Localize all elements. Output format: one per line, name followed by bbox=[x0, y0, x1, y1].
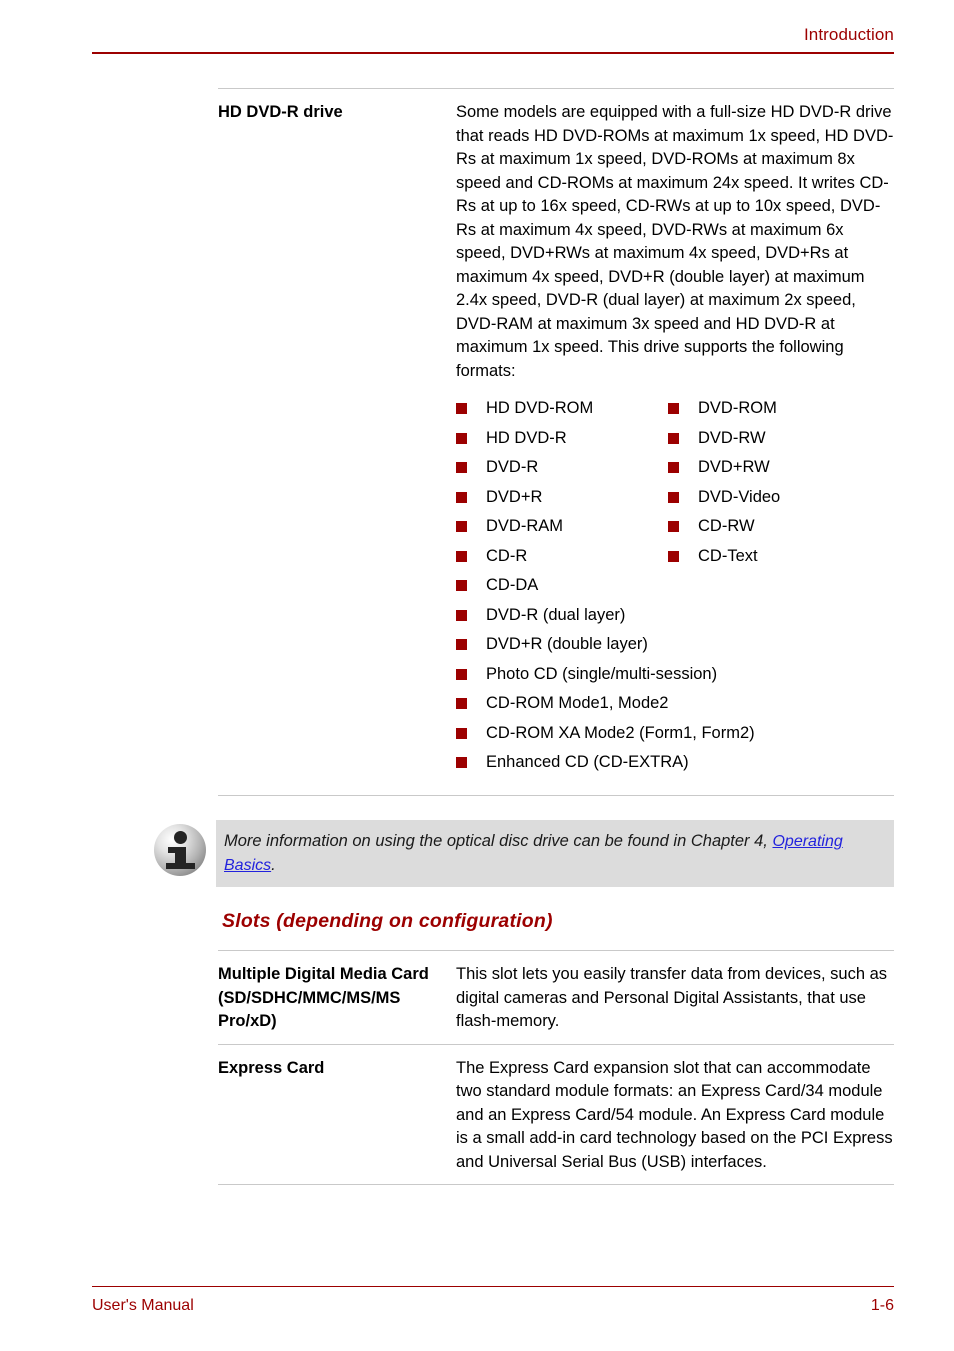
info-icon bbox=[150, 822, 208, 880]
page-title: Slots (depending on configuration) bbox=[222, 910, 553, 932]
info-note-text: More information on using the optical di… bbox=[224, 832, 773, 850]
format-label: Enhanced CD (CD-EXTRA) bbox=[486, 753, 689, 771]
format-label: DVD+R bbox=[486, 487, 543, 506]
bullet-square-icon bbox=[668, 403, 679, 414]
bullet-square-icon bbox=[668, 491, 679, 503]
drive-description-text: Some models are equipped with a full-siz… bbox=[456, 103, 894, 380]
slot-term: Express Card bbox=[218, 1044, 456, 1185]
table-row: Express Card The Express Card expansion … bbox=[218, 1044, 894, 1185]
list-item: DVD+R (double layer) bbox=[456, 633, 894, 663]
format-label: CD-RW bbox=[698, 517, 755, 535]
list-item: CD-R bbox=[456, 545, 668, 575]
list-item: DVD-RAM bbox=[456, 515, 668, 545]
slots-definition-table: Multiple Digital Media Card (SD/SDHC/MMC… bbox=[218, 950, 894, 1185]
bullet-square-icon bbox=[456, 580, 467, 591]
drive-term: HD DVD-R drive bbox=[218, 88, 456, 796]
list-item: CD-ROM XA Mode2 (Form1, Form2) bbox=[456, 722, 894, 752]
list-item: HD DVD-ROM bbox=[456, 397, 668, 427]
page-header: Introduction bbox=[92, 24, 894, 54]
drive-definition-table: HD DVD-R drive Some models are equipped … bbox=[218, 88, 894, 796]
info-note-text-tail: . bbox=[271, 855, 276, 874]
list-item: CD-RW bbox=[668, 515, 894, 545]
supported-formats-list: HD DVD-ROM HD DVD-R DVD-R DVD+R DVD-RAM … bbox=[456, 397, 894, 785]
bullet-square-icon bbox=[456, 757, 467, 768]
info-icon-serif bbox=[166, 863, 195, 869]
bullet-square-icon bbox=[668, 462, 679, 473]
list-item: DVD-RW bbox=[668, 427, 894, 457]
list-item: CD-ROM Mode1, Mode2 bbox=[456, 692, 894, 722]
formats-column-left-continued: CD-DA DVD-R (dual layer) DVD+R (double l… bbox=[456, 574, 894, 781]
drive-description-cell: Some models are equipped with a full-siz… bbox=[456, 88, 894, 796]
bullet-square-icon bbox=[456, 698, 467, 709]
list-item: Enhanced CD (CD-EXTRA) bbox=[456, 751, 894, 781]
bullet-square-icon bbox=[456, 432, 467, 444]
bullet-square-icon bbox=[456, 491, 467, 503]
bullet-square-icon bbox=[456, 403, 467, 414]
format-label: HD DVD-ROM bbox=[486, 399, 594, 417]
slot-description: This slot lets you easily transfer data … bbox=[456, 950, 894, 1045]
slots-table-wrapper: Multiple Digital Media Card (SD/SDHC/MMC… bbox=[218, 950, 894, 1185]
bullet-square-icon bbox=[456, 550, 467, 562]
list-item: CD-Text bbox=[668, 545, 894, 575]
list-item: Photo CD (single/multi-session) bbox=[456, 663, 894, 693]
format-label: DVD-Video bbox=[698, 487, 781, 506]
formats-column-left: HD DVD-ROM HD DVD-R DVD-R DVD+R DVD-RAM … bbox=[456, 397, 668, 574]
bullet-square-icon bbox=[456, 639, 467, 650]
list-item: DVD-R (dual layer) bbox=[456, 604, 894, 634]
bullet-square-icon bbox=[456, 668, 467, 680]
footer-manual-label: User's Manual bbox=[92, 1297, 194, 1314]
bullet-square-icon bbox=[668, 521, 679, 532]
slot-term: Multiple Digital Media Card (SD/SDHC/MMC… bbox=[218, 950, 456, 1045]
table-row: Multiple Digital Media Card (SD/SDHC/MMC… bbox=[218, 950, 894, 1045]
format-label: DVD-RW bbox=[698, 428, 766, 447]
formats-column-right: DVD-ROM DVD-RW DVD+RW DVD-Video CD-RW CD… bbox=[668, 397, 894, 574]
slot-description: The Express Card expansion slot that can… bbox=[456, 1044, 894, 1185]
drive-section: HD DVD-R drive Some models are equipped … bbox=[218, 88, 894, 796]
list-item: CD-DA bbox=[456, 574, 894, 604]
format-label: CD-ROM Mode1, Mode2 bbox=[486, 694, 669, 712]
format-label: DVD-ROM bbox=[698, 399, 777, 417]
list-item: DVD+R bbox=[456, 486, 668, 516]
format-label: DVD-R bbox=[486, 458, 539, 476]
table-row: HD DVD-R drive Some models are equipped … bbox=[218, 88, 894, 796]
format-label: HD DVD-R bbox=[486, 428, 567, 447]
document-page: Introduction HD DVD-R drive Some models … bbox=[0, 0, 954, 1351]
footer-divider bbox=[92, 1286, 894, 1287]
list-item: DVD-R bbox=[456, 456, 668, 486]
info-note-box: More information on using the optical di… bbox=[216, 820, 894, 887]
list-item: DVD+RW bbox=[668, 456, 894, 486]
format-label: CD-ROM XA Mode2 (Form1, Form2) bbox=[486, 723, 755, 742]
bullet-square-icon bbox=[456, 462, 467, 473]
bullet-square-icon bbox=[456, 521, 467, 532]
format-label: Photo CD (single/multi-session) bbox=[486, 664, 718, 683]
format-label: DVD-R (dual layer) bbox=[486, 605, 626, 624]
header-divider bbox=[92, 52, 894, 54]
list-item: DVD-ROM bbox=[668, 397, 894, 427]
bullet-square-icon bbox=[668, 550, 679, 562]
bullet-square-icon bbox=[456, 727, 467, 739]
page-footer: User's Manual 1-6 bbox=[92, 1286, 894, 1316]
format-label: DVD+RW bbox=[698, 458, 770, 476]
info-note: More information on using the optical di… bbox=[150, 820, 894, 887]
format-label: DVD-RAM bbox=[486, 517, 563, 535]
bullet-square-icon bbox=[668, 432, 679, 444]
format-label: DVD+R (double layer) bbox=[486, 635, 648, 653]
format-label: CD-DA bbox=[486, 576, 539, 594]
header-title: Introduction bbox=[803, 25, 894, 44]
list-item: DVD-Video bbox=[668, 486, 894, 516]
list-item: HD DVD-R bbox=[456, 427, 668, 457]
info-icon-dot bbox=[174, 831, 187, 844]
bullet-square-icon bbox=[456, 609, 467, 621]
format-label: CD-R bbox=[486, 546, 528, 565]
format-label: CD-Text bbox=[698, 546, 758, 565]
footer-page-number: 1-6 bbox=[870, 1297, 894, 1314]
